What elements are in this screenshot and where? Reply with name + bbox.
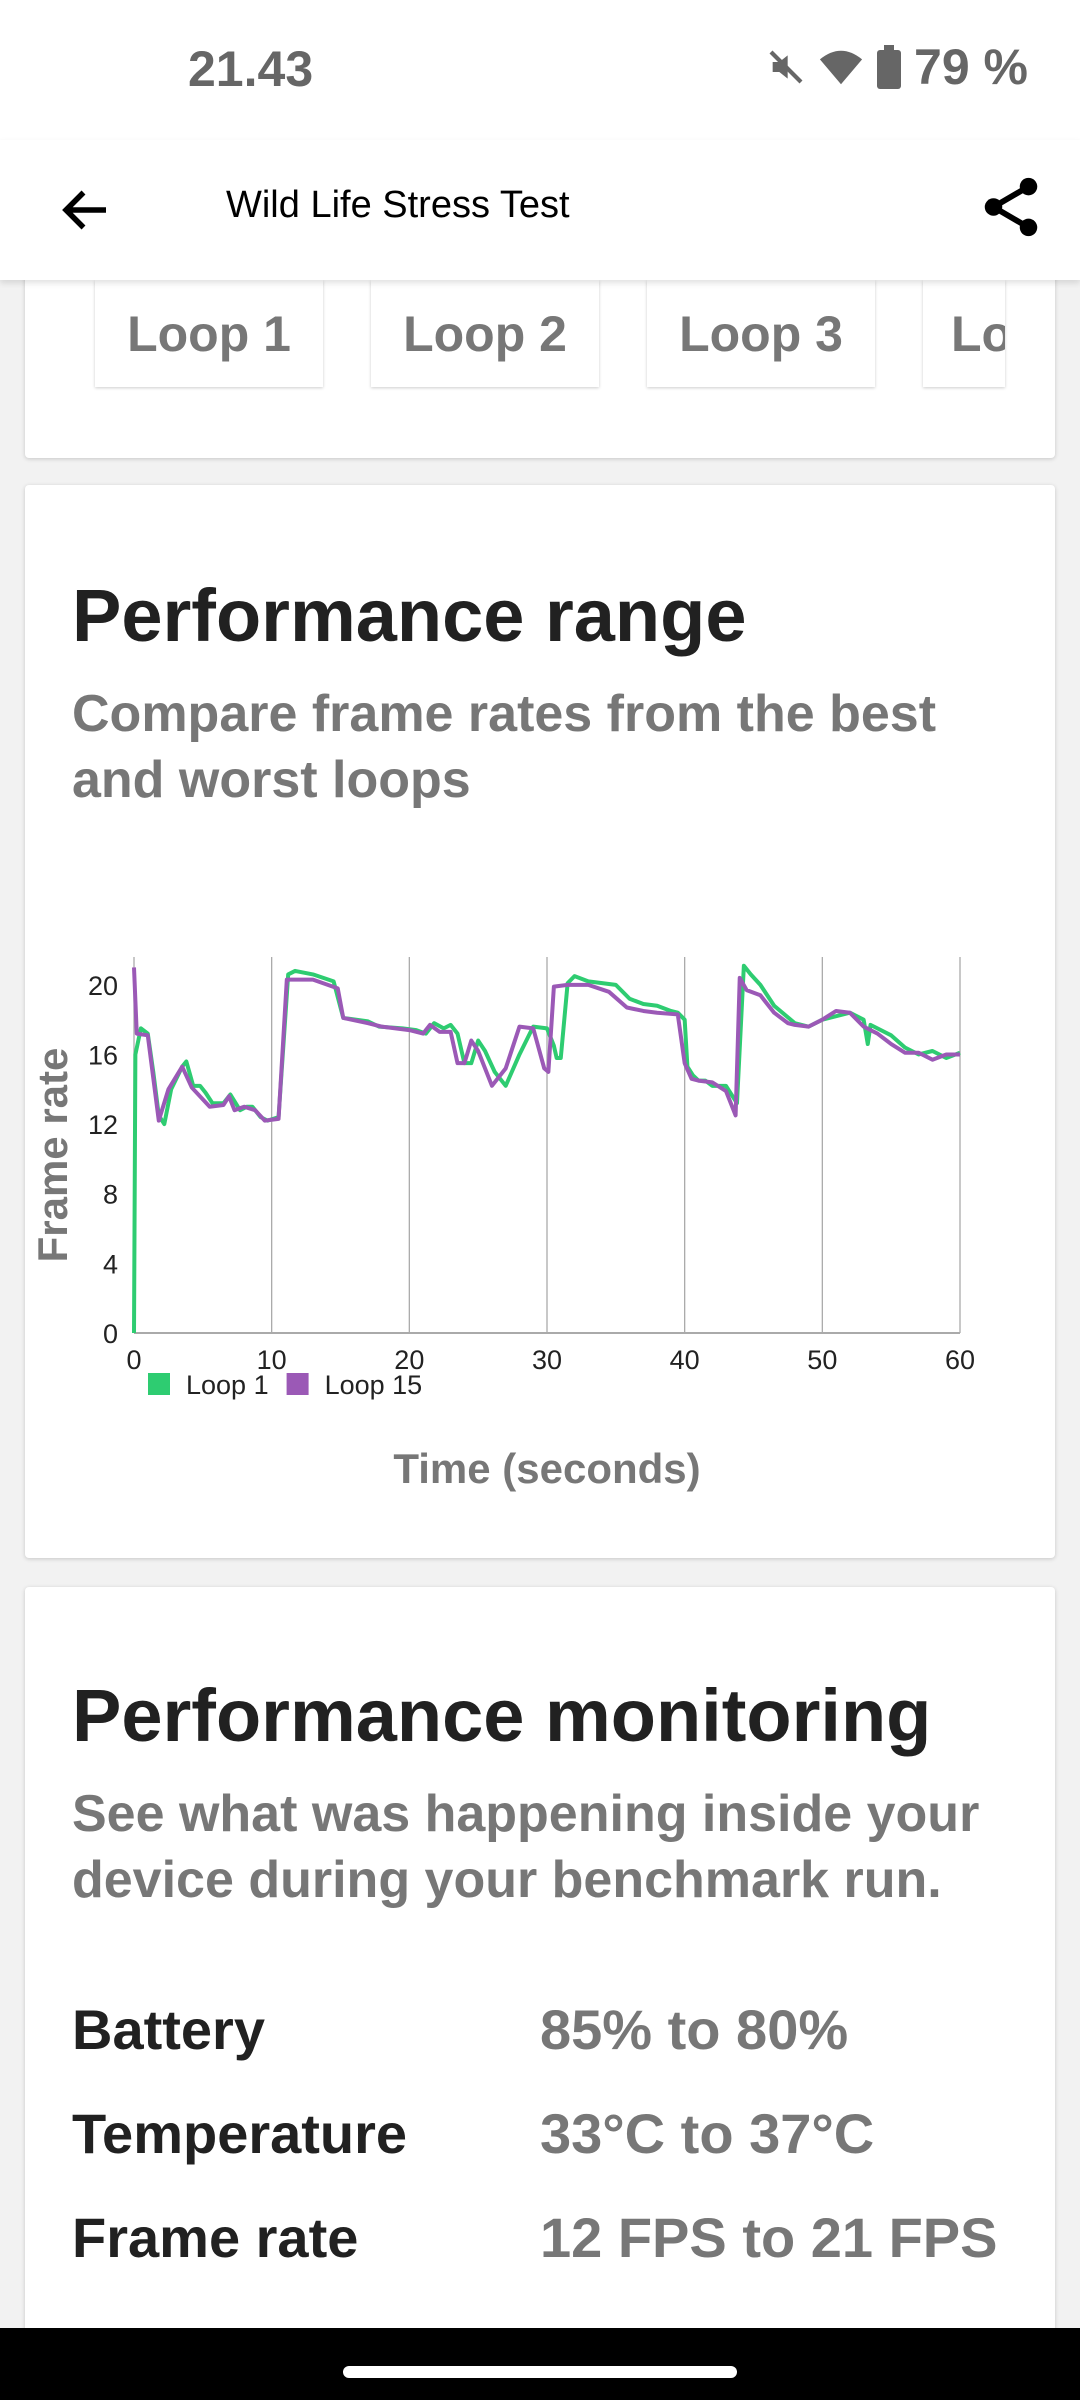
y-tick-label: 12	[88, 1110, 118, 1140]
mute-icon	[769, 50, 803, 84]
y-tick-label: 20	[88, 971, 118, 1001]
x-tick-label: 0	[126, 1345, 141, 1375]
y-axis-title: Frame rate	[29, 1048, 76, 1263]
loop-1-button[interactable]: Loop 1	[95, 280, 323, 387]
status-time: 21.43	[188, 41, 314, 97]
x-tick-label: 30	[532, 1345, 562, 1375]
page-title: Wild Life Stress Test	[226, 184, 570, 226]
y-tick-label: 0	[103, 1319, 118, 1349]
legend-label: Loop 15	[325, 1370, 423, 1400]
frame-rate-value: 12 FPS to 21 FPS	[540, 2206, 998, 2269]
x-axis-title: Time (seconds)	[393, 1445, 700, 1492]
performance-range-card: Performance range Compare frame rates fr…	[25, 485, 1055, 1558]
battery-label: Battery	[72, 1998, 265, 2061]
temperature-value: 33°C to 37°C	[540, 2102, 875, 2165]
loop-4-button[interactable]: Lo	[923, 280, 1005, 387]
navigation-bar	[0, 2328, 1080, 2400]
app-bar: Wild Life Stress Test	[0, 140, 1080, 280]
legend-label: Loop 1	[186, 1370, 269, 1400]
share-icon[interactable]	[976, 172, 1046, 242]
loop-selector-card: Loop 1 Loop 2 Loop 3 Lo	[25, 250, 1055, 458]
home-gesture-handle[interactable]	[343, 2366, 737, 2378]
loop-2-button[interactable]: Loop 2	[371, 280, 599, 387]
x-tick-label: 50	[807, 1345, 837, 1375]
x-tick-label: 60	[945, 1345, 975, 1375]
performance-monitoring-title: Performance monitoring	[72, 1674, 932, 1757]
y-tick-label: 4	[103, 1249, 118, 1279]
performance-range-title: Performance range	[72, 574, 747, 657]
status-bar: 21.43 79 %	[0, 0, 1080, 140]
legend-swatch	[286, 1373, 309, 1395]
performance-monitoring-card: Performance monitoring See what was happ…	[25, 1587, 1055, 2387]
performance-monitoring-subtitle: See what was happening inside your devic…	[72, 1785, 980, 1909]
y-tick-label: 16	[88, 1040, 118, 1070]
frame-rate-label: Frame rate	[72, 2206, 359, 2269]
y-tick-label: 8	[103, 1180, 118, 1210]
performance-range-subtitle: Compare frame rates from the best and wo…	[72, 685, 937, 809]
legend-swatch	[148, 1373, 170, 1395]
back-arrow-icon[interactable]	[56, 180, 116, 240]
battery-icon	[877, 45, 902, 89]
wifi-icon	[819, 50, 863, 85]
loop-3-button[interactable]: Loop 3	[647, 280, 875, 387]
x-tick-label: 40	[670, 1345, 700, 1375]
battery-value: 85% to 80%	[540, 1998, 849, 2061]
temperature-label: Temperature	[72, 2102, 408, 2165]
battery-percent: 79 %	[914, 39, 1028, 95]
frame-rate-chart: 0 10 20 30 40 50 60048121620Loop 1 Loop 15Time …	[29, 957, 975, 1492]
